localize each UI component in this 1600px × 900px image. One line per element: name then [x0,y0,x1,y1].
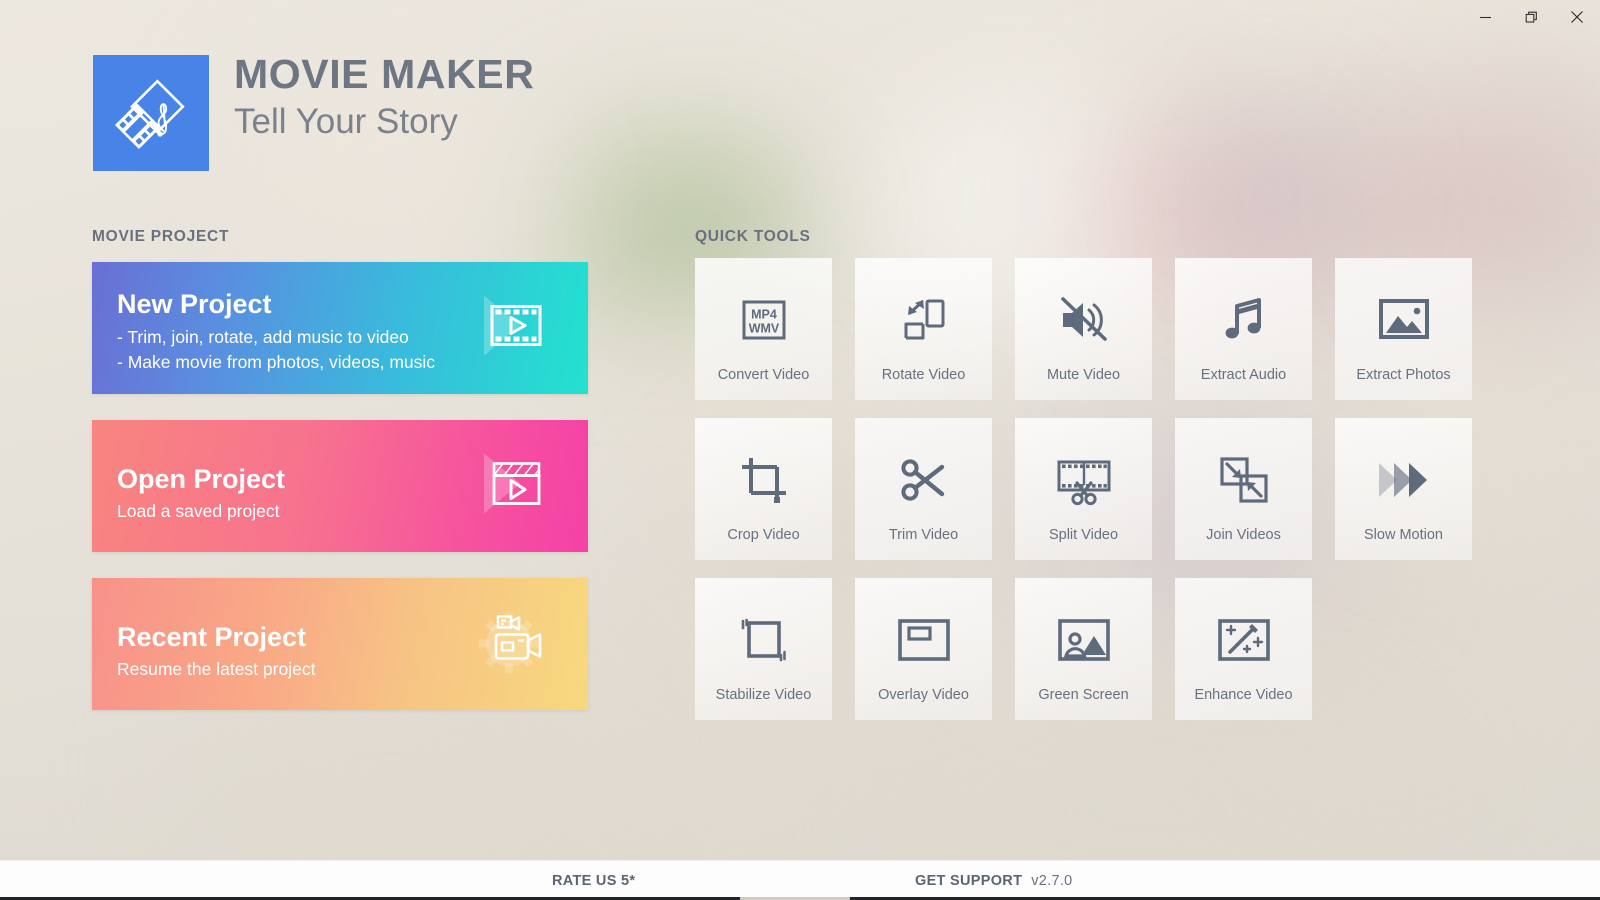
photo-frame-icon [1377,292,1431,348]
rate-us-link[interactable]: RATE US 5* [552,873,635,889]
tool-rotate-video[interactable]: Rotate Video [855,258,992,400]
tool-label: Extract Photos [1335,367,1472,383]
tool-overlay-video[interactable]: Overlay Video [855,578,992,720]
music-note-icon [1218,292,1270,348]
tool-label: Green Screen [1015,687,1152,703]
get-support-group: GET SUPPORT v2.7.0 [915,873,1073,889]
svg-text:MP4: MP4 [751,308,777,322]
tool-split-video[interactable]: Split Video [1015,418,1152,560]
magic-wand-icon [1216,612,1272,668]
film-music-logo-icon [108,70,194,156]
app-branding: MOVIE MAKER Tell Your Story [93,55,534,171]
new-project-description: - Trim, join, rotate, add music to video… [117,325,435,375]
speaker-mute-icon [1057,292,1111,348]
open-project-card[interactable]: Open Project Load a saved project [92,420,588,552]
tool-extract-audio[interactable]: Extract Audio [1175,258,1312,400]
tool-label: Slow Motion [1335,527,1472,543]
recent-project-card[interactable]: Recent Project Resume the latest project [92,578,588,710]
tool-enhance-video[interactable]: Enhance Video [1175,578,1312,720]
new-project-card[interactable]: New Project - Trim, join, rotate, add mu… [92,262,588,394]
tool-join-videos[interactable]: Join Videos [1175,418,1312,560]
overlay-rect-icon [896,612,952,668]
open-project-subtitle: Load a saved project [117,501,279,522]
film-play-icon [474,290,546,367]
version-label: v2.7.0 [1031,873,1072,889]
tool-crop-video[interactable]: Crop Video [695,418,832,560]
tool-trim-video[interactable]: Trim Video [855,418,992,560]
tool-label: Split Video [1015,527,1152,543]
movie-project-heading: MOVIE PROJECT [92,228,229,246]
tool-stabilize-video[interactable]: Stabilize Video [695,578,832,720]
mp4-wmv-icon: MP4 WMV [738,292,790,348]
minimize-icon [1479,11,1492,24]
get-support-link[interactable]: GET SUPPORT [915,873,1022,889]
app-title: MOVIE MAKER [234,51,534,99]
open-project-title: Open Project [117,464,285,495]
app-logo [93,55,209,171]
tool-label: Rotate Video [855,367,992,383]
svg-text:WMV: WMV [748,322,779,336]
quick-tools-grid: MP4 WMV Convert Video Rotate Video [695,258,1472,720]
tool-extract-photos[interactable]: Extract Photos [1335,258,1472,400]
fast-forward-icon [1375,452,1433,508]
stabilize-icon [737,612,791,668]
tool-label: Enhance Video [1175,687,1312,703]
camcorder-gear-icon [472,605,546,684]
new-project-line: - Trim, join, rotate, add music to video [117,325,435,350]
crop-icon [738,452,790,508]
tool-label: Stabilize Video [695,687,832,703]
tool-label: Mute Video [1015,367,1152,383]
tool-label: Overlay Video [855,687,992,703]
tool-label: Join Videos [1175,527,1312,543]
rotate-icon [898,292,950,348]
new-project-line: - Make movie from photos, videos, music [117,350,435,375]
new-project-title: New Project [117,289,272,320]
quick-tools-heading: QUICK TOOLS [695,228,811,246]
tool-label: Convert Video [695,367,832,383]
tool-green-screen[interactable]: Green Screen [1015,578,1152,720]
footer-bar: RATE US 5* GET SUPPORT v2.7.0 [0,860,1600,900]
tool-convert-video[interactable]: MP4 WMV Convert Video [695,258,832,400]
close-button[interactable] [1554,0,1600,34]
restore-icon [1525,11,1538,24]
tool-mute-video[interactable]: Mute Video [1015,258,1152,400]
recent-project-title: Recent Project [117,622,306,653]
clapper-play-icon [474,448,546,525]
recent-project-subtitle: Resume the latest project [117,659,315,680]
scissors-icon [898,452,950,508]
tool-label: Trim Video [855,527,992,543]
tool-slow-motion[interactable]: Slow Motion [1335,418,1472,560]
close-icon [1570,10,1584,24]
tool-label: Crop Video [695,527,832,543]
app-tagline: Tell Your Story [234,101,534,142]
title-bar [0,0,1600,34]
minimize-button[interactable] [1462,0,1508,34]
filmstrip-cut-icon [1055,452,1113,508]
restore-button[interactable] [1508,0,1554,34]
merge-squares-icon [1217,452,1271,508]
tool-label: Extract Audio [1175,367,1312,383]
person-scene-icon [1056,612,1112,668]
